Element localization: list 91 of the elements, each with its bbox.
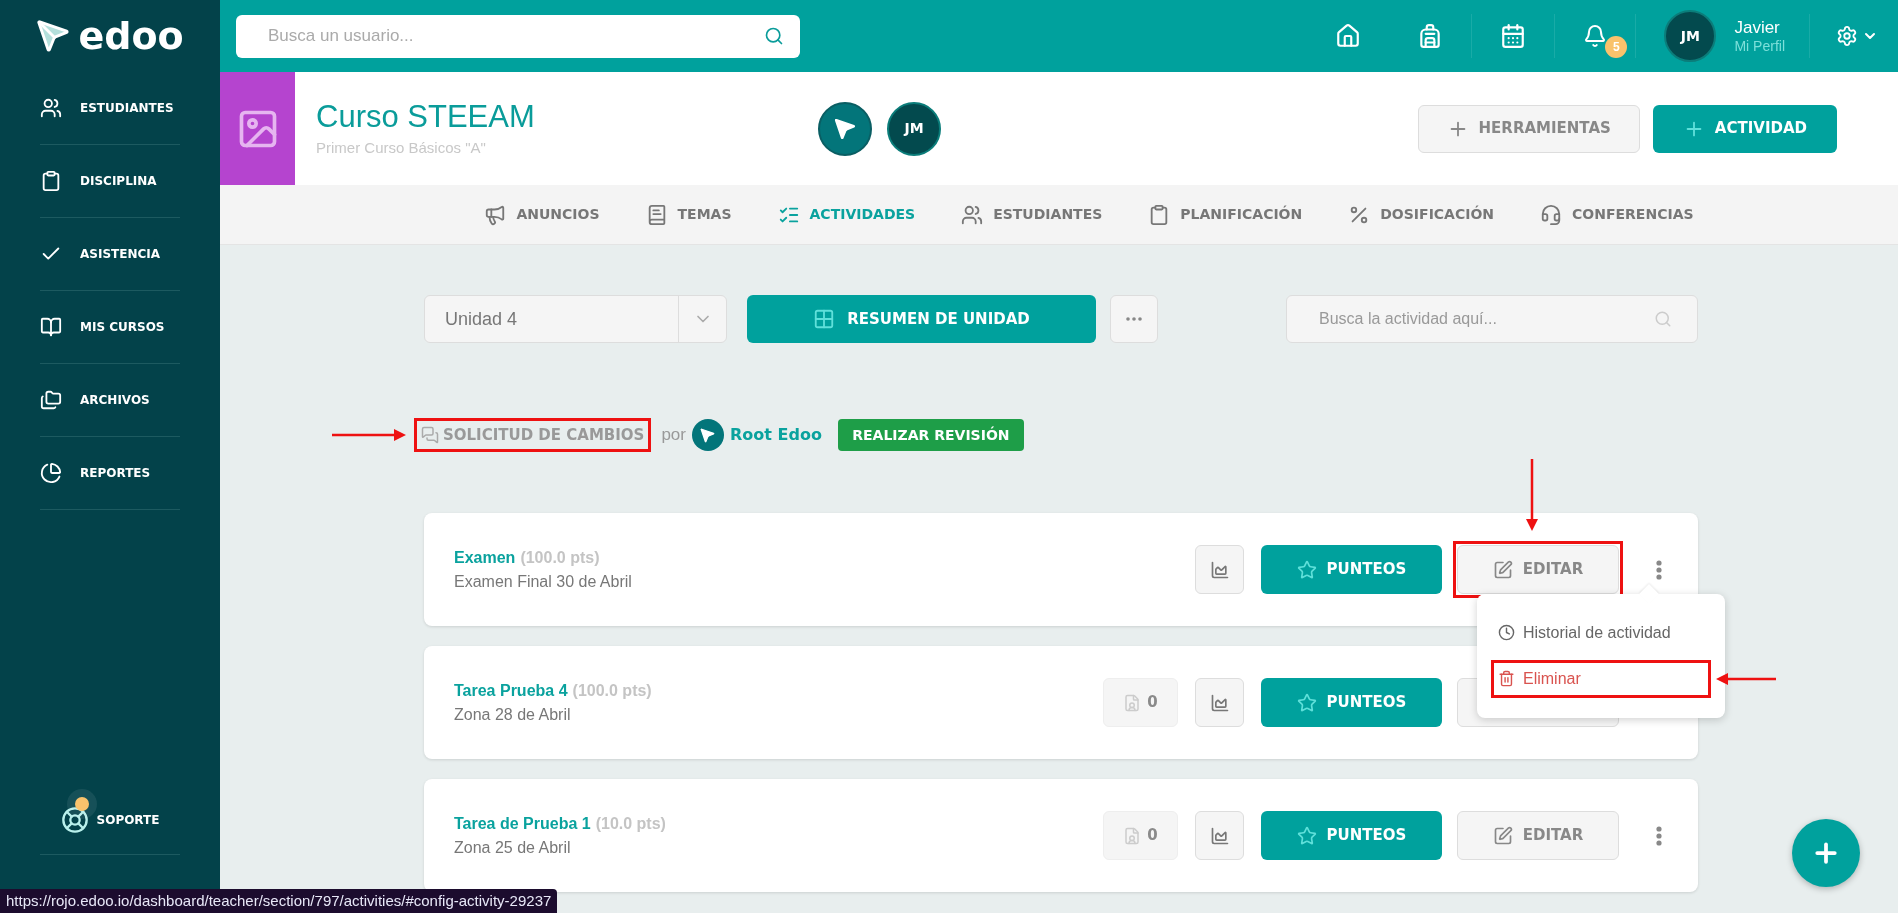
- activity-description: Zona 28 de Abril: [454, 704, 572, 725]
- scores-button[interactable]: PUNTEOS: [1261, 678, 1442, 727]
- scores-button[interactable]: PUNTEOS: [1261, 811, 1442, 860]
- by-text: por: [661, 424, 686, 447]
- activity-points: (10.0 pts): [595, 813, 666, 834]
- notification-badge: 5: [1605, 36, 1628, 58]
- tab-icon: [1540, 203, 1563, 226]
- activity-title[interactable]: Tarea Prueba 4: [454, 678, 568, 703]
- edit-icon: [1492, 559, 1513, 580]
- document-user-icon: [1123, 826, 1142, 845]
- tools-button[interactable]: HERRAMIENTAS: [1417, 104, 1640, 153]
- change-request-label: SOLICITUD DE CAMBIOS: [414, 417, 652, 453]
- add-fab[interactable]: [1792, 819, 1860, 887]
- star-icon: [1296, 825, 1317, 846]
- activity-points: (100.0 pts): [572, 680, 652, 701]
- annotation-arrow: [1526, 459, 1538, 531]
- clock-icon: [1498, 624, 1515, 641]
- tab-icon: [961, 203, 984, 226]
- area-chart-icon: [1209, 692, 1230, 713]
- tab[interactable]: ESTUDIANTES: [961, 203, 1103, 226]
- star-icon: [1296, 692, 1317, 713]
- course-title: Curso STEEAM: [316, 97, 536, 136]
- lifebuoy-icon: [60, 805, 89, 834]
- search-icon: [1654, 310, 1672, 328]
- author-link[interactable]: Root Edoo: [730, 423, 822, 447]
- grid-icon: [813, 308, 836, 330]
- user-avatar[interactable]: JM: [1664, 10, 1717, 62]
- document-user-icon: [1123, 693, 1142, 712]
- sidebar-item-icon: [40, 170, 62, 192]
- area-chart-icon: [1209, 559, 1230, 580]
- edit-icon: [1492, 825, 1513, 846]
- stats-button[interactable]: [1195, 678, 1244, 727]
- sidebar-item[interactable]: MIS CURSOS: [80, 318, 165, 336]
- paper-plane-icon: [700, 427, 716, 443]
- status-url-tooltip: https://rojo.edoo.io/dashboard/teacher/section/797/activities/#config-activity-29237: [0, 889, 558, 913]
- home-icon[interactable]: [1335, 23, 1362, 49]
- unit-summary-button[interactable]: RESUMEN DE UNIDAD: [747, 295, 1096, 343]
- support-link[interactable]: SOPORTE: [96, 810, 160, 829]
- trash-icon: [1498, 670, 1515, 687]
- scores-button[interactable]: PUNTEOS: [1261, 545, 1442, 594]
- sidebar-item[interactable]: DISCIPLINA: [80, 172, 157, 190]
- user-search-field[interactable]: Busca un usuario...: [236, 14, 800, 58]
- activity-description: Zona 25 de Abril: [454, 837, 572, 858]
- bell-icon[interactable]: [1583, 24, 1608, 48]
- settings-icon[interactable]: [1836, 25, 1858, 47]
- sidebar-item-icon: [40, 389, 62, 411]
- activity-points: (100.0 pts): [520, 547, 600, 568]
- sidebar-item[interactable]: REPORTES: [80, 464, 151, 482]
- ellipsis-icon: [1126, 317, 1142, 321]
- sidebar-item-icon: [40, 462, 62, 484]
- more-options-icon[interactable]: [1656, 559, 1662, 580]
- sidebar-item[interactable]: ARCHIVOS: [80, 391, 150, 409]
- tab[interactable]: ACTIVIDADES: [777, 203, 916, 226]
- paper-plane-logo-icon: [36, 19, 71, 53]
- stats-button[interactable]: [1195, 811, 1244, 860]
- profile-link[interactable]: Mi Perfil: [1734, 37, 1785, 56]
- more-options-icon[interactable]: [1656, 825, 1662, 846]
- tab[interactable]: ANUNCIOS: [484, 203, 600, 226]
- annotation-arrow: [1716, 672, 1776, 685]
- submissions-button[interactable]: 0: [1103, 811, 1178, 860]
- stats-button[interactable]: [1195, 545, 1244, 594]
- chat-bubbles-icon: [421, 426, 439, 444]
- sidebar-item[interactable]: ASISTENCIA: [80, 245, 161, 263]
- sidebar-item-icon: [40, 316, 62, 338]
- calendar-icon[interactable]: [1500, 23, 1527, 49]
- activity-description: Examen Final 30 de Abril: [454, 571, 632, 592]
- unit-select[interactable]: Unidad 4: [424, 295, 727, 343]
- paper-plane-icon: [834, 117, 856, 140]
- user-avatar[interactable]: JM: [887, 101, 941, 156]
- search-icon[interactable]: [764, 25, 784, 46]
- add-activity-button[interactable]: ACTIVIDAD: [1652, 104, 1837, 153]
- menu-item[interactable]: Historial de actividad: [1491, 613, 1711, 652]
- user-name: Javier: [1734, 16, 1781, 38]
- tab[interactable]: TEMAS: [645, 203, 732, 226]
- activity-title[interactable]: Tarea de Prueba 1: [454, 811, 591, 836]
- tab[interactable]: DOSIFICACIÓN: [1348, 203, 1495, 226]
- edit-button[interactable]: EDITAR: [1457, 545, 1619, 594]
- sidebar-item[interactable]: ESTUDIANTES: [80, 99, 174, 117]
- activity-title[interactable]: Examen: [454, 545, 516, 570]
- area-chart-icon: [1209, 825, 1230, 846]
- tab[interactable]: CONFERENCIAS: [1540, 203, 1694, 226]
- teacher-avatar[interactable]: [818, 101, 872, 156]
- activity-search-field[interactable]: Busca la actividad aquí...: [1286, 295, 1698, 343]
- sidebar-item-icon: [40, 97, 62, 119]
- tab-icon: [484, 203, 507, 226]
- review-button[interactable]: REALIZAR REVISIÓN: [837, 419, 1024, 451]
- tab[interactable]: PLANIFICACIÓN: [1148, 203, 1303, 226]
- logo-text[interactable]: edoo: [78, 17, 184, 55]
- star-icon: [1296, 559, 1317, 580]
- edit-button[interactable]: EDITAR: [1457, 811, 1619, 860]
- submissions-button[interactable]: 0: [1103, 678, 1178, 727]
